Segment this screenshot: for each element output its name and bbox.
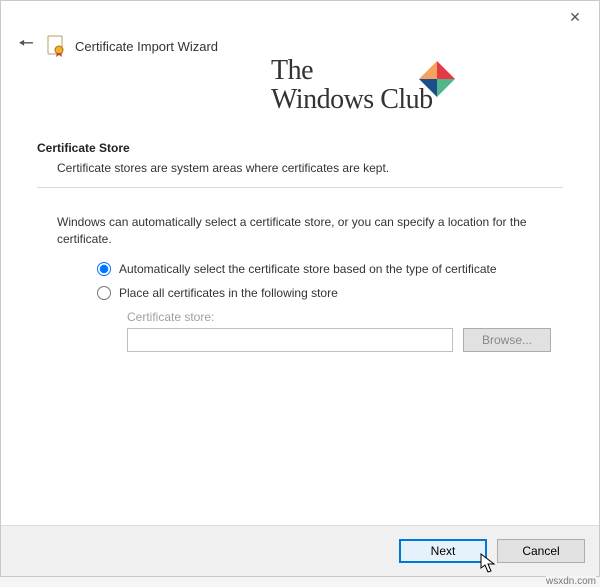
store-section: Certificate store: Browse... [127,310,563,352]
certificate-icon [47,35,65,57]
section-heading: Certificate Store [37,141,563,155]
wizard-title: Certificate Import Wizard [75,39,218,54]
instruction-text: Windows can automatically select a certi… [57,214,543,248]
store-label: Certificate store: [127,310,563,324]
cancel-button[interactable]: Cancel [497,539,585,563]
close-button[interactable]: ✕ [561,7,589,27]
browse-button: Browse... [463,328,551,352]
store-path-input [127,328,453,352]
wizard-content: Certificate Store Certificate stores are… [1,71,599,525]
radio-auto-select[interactable]: Automatically select the certificate sto… [97,262,563,276]
radio-auto-label: Automatically select the certificate sto… [119,262,497,276]
watermark-line1: The [271,56,433,85]
site-credit: wsxdn.com [546,576,596,587]
watermark-text: The Windows Club [271,56,433,115]
radio-manual-input[interactable] [97,286,111,300]
windows-club-logo-icon [417,59,457,99]
next-button[interactable]: Next [399,539,487,563]
radio-group: Automatically select the certificate sto… [97,262,563,300]
radio-manual-select[interactable]: Place all certificates in the following … [97,286,563,300]
store-row: Browse... [127,328,563,352]
wizard-footer: Next Cancel [1,525,599,576]
watermark-line2: Windows Club [271,85,433,114]
titlebar: ✕ [1,1,599,27]
radio-auto-input[interactable] [97,262,111,276]
radio-manual-label: Place all certificates in the following … [119,286,338,300]
wizard-window: ✕ 🠔 Certificate Import Wizard The Window… [0,0,600,577]
section-description: Certificate stores are system areas wher… [57,161,563,175]
back-arrow-icon[interactable]: 🠔 [15,31,37,61]
divider [37,187,563,188]
